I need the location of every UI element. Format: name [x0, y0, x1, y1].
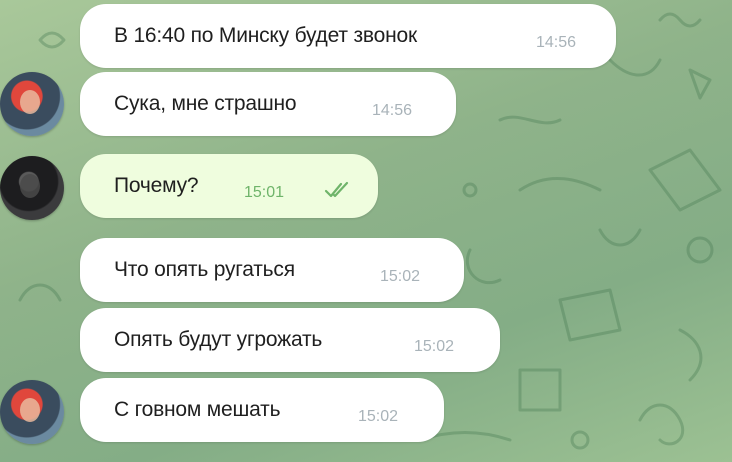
message-time: 14:56: [536, 34, 577, 51]
message-bubble[interactable]: Почему? 15:01: [80, 154, 378, 218]
message-bubble[interactable]: С говном мешать 15:02: [80, 378, 444, 442]
message-text: Сука, мне страшно: [114, 92, 297, 115]
message-text: Почему?: [114, 174, 199, 197]
message-bubble[interactable]: В 16:40 по Минску будет звонок 14:56: [80, 4, 616, 68]
message-time: 15:02: [358, 408, 399, 425]
avatar[interactable]: [0, 380, 64, 444]
double-check-icon: [324, 181, 349, 198]
message-time: 14:56: [372, 102, 413, 119]
message-text: В 16:40 по Минску будет звонок: [114, 24, 417, 47]
message-bubble[interactable]: Опять будут угрожать 15:02: [80, 308, 500, 372]
message-time: 15:01: [244, 184, 285, 201]
message-text: Что опять ругаться: [114, 258, 295, 281]
avatar[interactable]: [0, 72, 64, 136]
message-text: Опять будут угрожать: [114, 328, 323, 351]
message-time: 15:02: [380, 268, 421, 285]
message-text: С говном мешать: [114, 398, 281, 421]
message-time: 15:02: [414, 338, 455, 355]
avatar[interactable]: [0, 156, 64, 220]
message-bubble[interactable]: Что опять ругаться 15:02: [80, 238, 464, 302]
message-bubble[interactable]: Сука, мне страшно 14:56: [80, 72, 456, 136]
